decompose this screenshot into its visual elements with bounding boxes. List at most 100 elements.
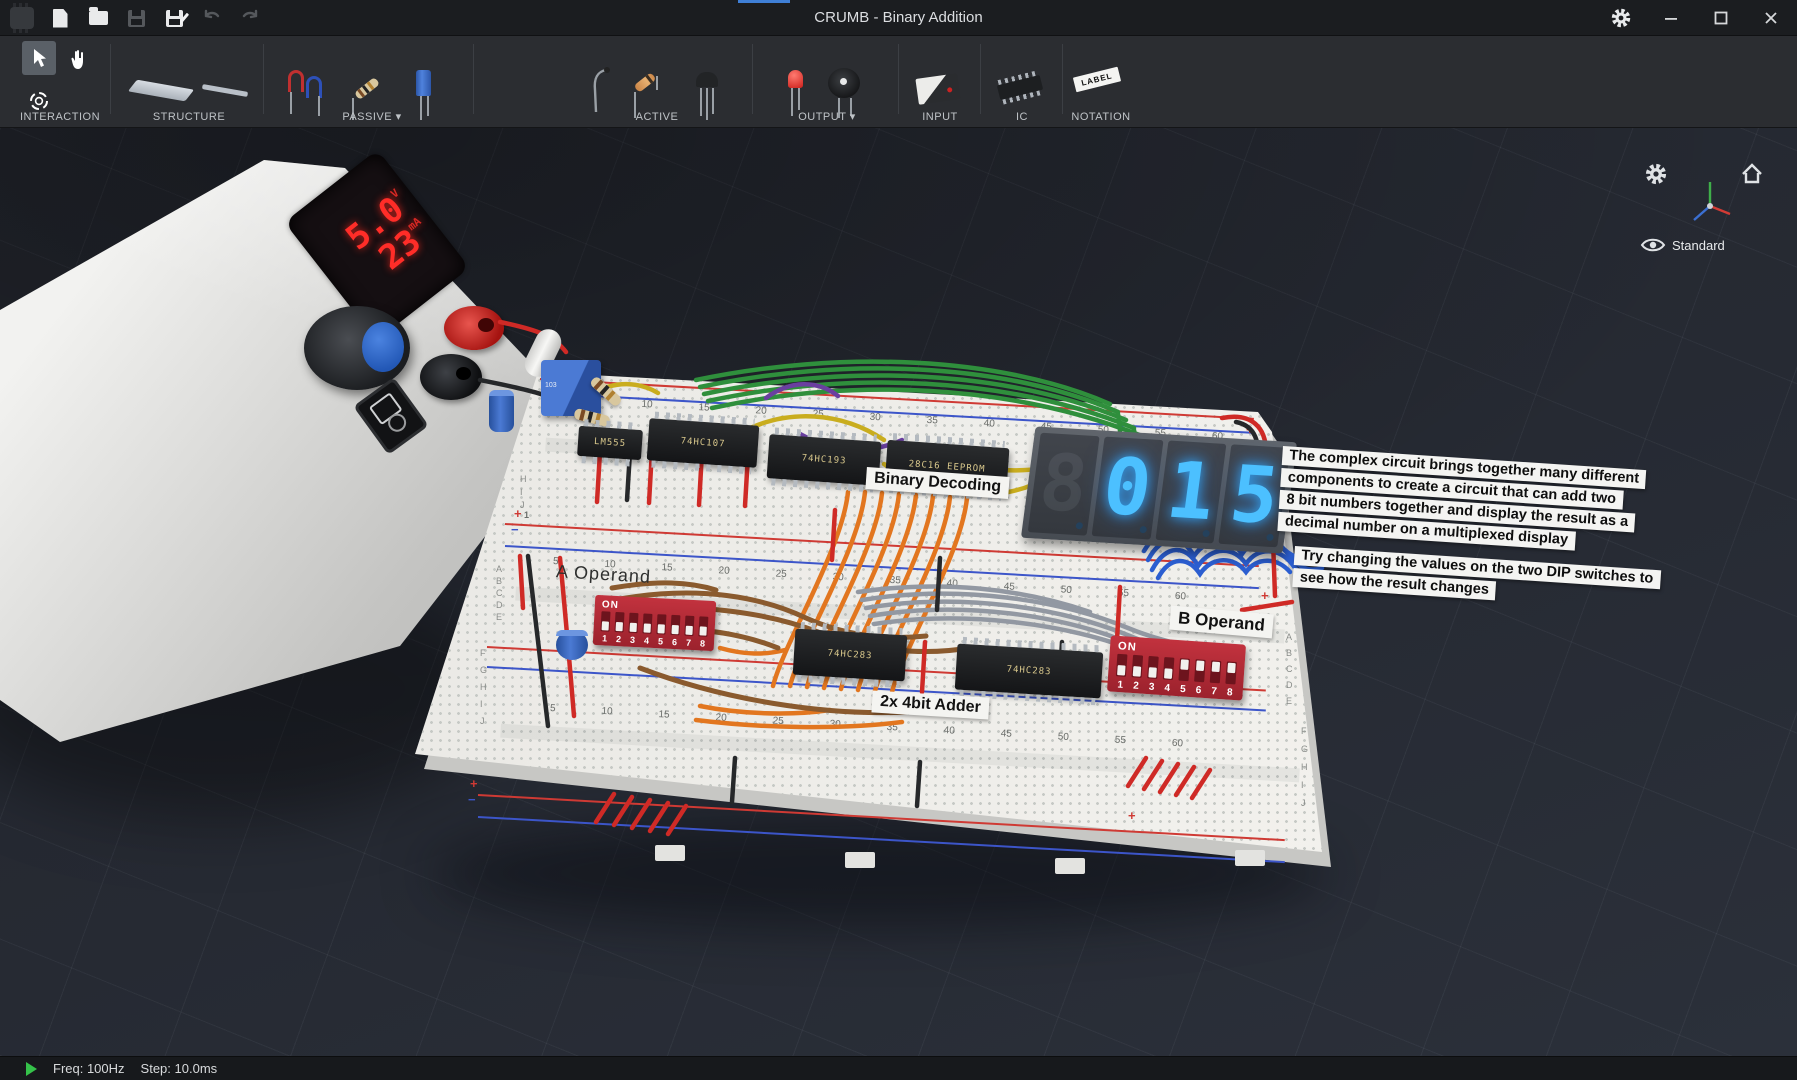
- chip-74hc193[interactable]: 74HC193: [767, 434, 882, 486]
- board-number: 35: [889, 575, 901, 587]
- board-letter: A: [496, 564, 503, 574]
- dip-number: 7: [684, 638, 694, 648]
- toolbar-separator: [473, 44, 474, 114]
- dip-number: 1: [600, 633, 610, 643]
- section-label-passive: PASSIVE ▾: [272, 110, 472, 123]
- dip-number: 2: [614, 634, 624, 644]
- minimize-icon: [1663, 10, 1679, 26]
- gear-icon: [1610, 7, 1632, 29]
- dip-number: 3: [628, 635, 638, 645]
- capacitor[interactable]: [556, 630, 588, 660]
- dip-number: 7: [1209, 685, 1220, 697]
- viewport-settings-button[interactable]: [1644, 162, 1668, 186]
- board-letter: G: [1301, 744, 1308, 754]
- axis-gizmo-icon: [1686, 176, 1734, 236]
- dip-a-switch-1[interactable]: [600, 611, 610, 631]
- dip-a-switch-5[interactable]: [656, 614, 666, 634]
- chip-adder-1[interactable]: 74HC283: [793, 629, 908, 682]
- board-number: 35: [926, 415, 938, 427]
- hand-tool-button[interactable]: [62, 43, 96, 77]
- minimize-button[interactable]: [1659, 6, 1683, 30]
- dip-number: 4: [642, 635, 652, 645]
- dip-a-switch-3[interactable]: [628, 613, 638, 633]
- psu-voltage-knob[interactable]: [304, 306, 410, 390]
- dip-number: 2: [1131, 679, 1142, 691]
- board-foot: [1235, 850, 1265, 866]
- board-number: 30: [829, 719, 841, 731]
- chip-label: 74HC283: [827, 649, 872, 662]
- capacitor[interactable]: [489, 390, 514, 432]
- dip-a-switch-6[interactable]: [670, 615, 680, 635]
- minus-mark: −: [511, 522, 519, 537]
- board-number: 15: [661, 562, 673, 574]
- pot-marking: 103: [545, 382, 557, 389]
- play-button[interactable]: [26, 1062, 37, 1076]
- board-foot: [1055, 858, 1085, 874]
- dip-a-switch-7[interactable]: [684, 616, 694, 636]
- dip-b-switch-1[interactable]: [1116, 654, 1128, 677]
- board-number: 35: [886, 722, 898, 734]
- close-button[interactable]: [1759, 6, 1783, 30]
- potentiometer[interactable]: 103: [541, 360, 601, 416]
- psu-positive-jack[interactable]: [444, 306, 504, 350]
- section-label-active: ACTIVE: [572, 111, 742, 123]
- dip-a-switch-8[interactable]: [698, 616, 708, 636]
- display-digit: 0: [1091, 437, 1163, 540]
- view-mode-button[interactable]: [1640, 236, 1666, 254]
- board-number: 25: [812, 408, 824, 420]
- dip-a-switch-2[interactable]: [614, 612, 624, 632]
- dip-number: 8: [698, 638, 708, 648]
- dip-b-switch-4[interactable]: [1163, 657, 1175, 680]
- label-part-icon[interactable]: LABEL: [1073, 67, 1121, 93]
- ic-part-icon[interactable]: [997, 75, 1043, 100]
- dip-b-switch-2[interactable]: [1132, 655, 1144, 678]
- axis-gizmo[interactable]: [1686, 176, 1734, 236]
- dip-number: 4: [1162, 682, 1173, 694]
- dip-number: 3: [1146, 681, 1157, 693]
- board-letter: J: [1301, 798, 1308, 808]
- chip-74hc107[interactable]: 74HC107: [647, 418, 760, 468]
- dip-b-switch-3[interactable]: [1147, 656, 1159, 679]
- annotation-hint[interactable]: Try changing the values on the two DIP s…: [1292, 546, 1661, 614]
- dip-switch-b[interactable]: ON 12345678: [1107, 635, 1246, 700]
- toolbar-section-notation: LABEL NOTATION: [1066, 36, 1136, 128]
- chip-lm555[interactable]: LM555: [577, 426, 643, 460]
- toolbar-separator: [110, 44, 111, 114]
- board-letter: H: [480, 682, 487, 692]
- target-icon: [27, 89, 51, 113]
- home-icon: [1740, 162, 1764, 186]
- chip-adder-2[interactable]: 74HC283: [955, 644, 1104, 699]
- board-number: 60: [1175, 591, 1187, 603]
- toolbar-separator: [752, 44, 753, 114]
- cursor-icon: [30, 48, 48, 68]
- plus-mark: +: [1261, 588, 1269, 603]
- power-supply-part-icon[interactable]: [915, 73, 960, 105]
- dip-b-switch-7[interactable]: [1210, 660, 1222, 683]
- breadboard-part-icon[interactable]: [128, 80, 194, 102]
- maximize-button[interactable]: [1709, 6, 1733, 30]
- board-number: 50: [1060, 584, 1072, 596]
- select-tool-button[interactable]: [22, 41, 56, 75]
- settings-button[interactable]: [1609, 6, 1633, 30]
- board-letter: G: [480, 665, 487, 675]
- board-letter: F: [480, 648, 487, 658]
- dip-b-switch-8[interactable]: [1225, 661, 1237, 684]
- dip-a-switch-4[interactable]: [642, 613, 652, 633]
- dip-switch-a[interactable]: ON 12345678: [593, 595, 716, 651]
- board-letter: I: [480, 699, 487, 709]
- board-letter: C: [496, 588, 503, 598]
- display-digit-off: 8: [1028, 433, 1100, 536]
- dip-b-switch-6[interactable]: [1194, 659, 1206, 682]
- board-number: 45: [1003, 581, 1015, 593]
- dip-b-switch-5[interactable]: [1178, 658, 1190, 681]
- rod-part-icon[interactable]: [202, 84, 248, 97]
- psu-negative-jack[interactable]: [420, 354, 482, 400]
- freq-readout: Freq: 100Hz: [53, 1061, 125, 1076]
- board-number: 15: [698, 402, 710, 414]
- home-view-button[interactable]: [1740, 162, 1764, 186]
- seven-segment-display[interactable]: 8 0 1 5: [1021, 426, 1297, 553]
- scene-viewport[interactable]: 5.0V 23mA 51015202530354045505560 510152…: [0, 128, 1797, 1056]
- board-number: 25: [772, 715, 784, 727]
- view-mode-label: Standard: [1672, 238, 1725, 253]
- annotation-description[interactable]: The complex circuit brings together many…: [1277, 446, 1647, 558]
